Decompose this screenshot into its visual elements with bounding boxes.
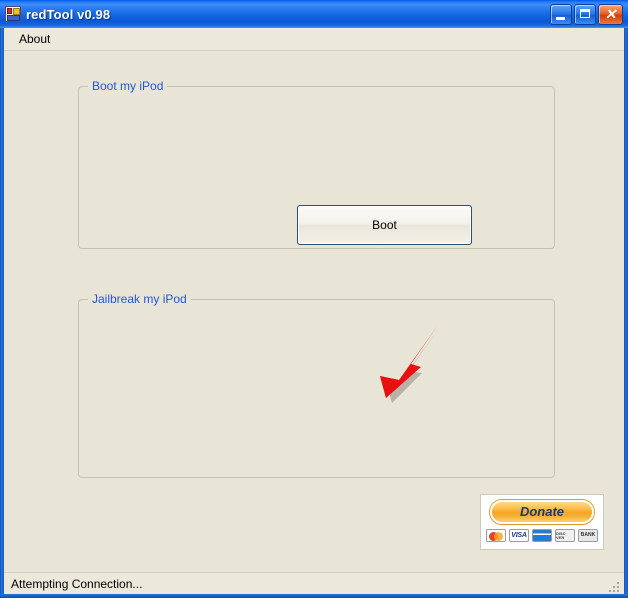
application-window: redTool v0.98 ✕ About Boot my iPod Boot bbox=[0, 0, 628, 598]
client-area: About Boot my iPod Boot Jailbreak my iPo… bbox=[4, 28, 624, 594]
mastercard-icon bbox=[486, 529, 506, 542]
menu-bar: About bbox=[4, 28, 624, 51]
window-title: redTool v0.98 bbox=[26, 6, 111, 22]
group-box-jailbreak-label: Jailbreak my iPod bbox=[88, 292, 191, 306]
window-controls: ✕ bbox=[550, 3, 623, 25]
minimize-button[interactable] bbox=[550, 3, 572, 25]
amex-icon bbox=[532, 529, 552, 542]
resize-grip-icon[interactable] bbox=[609, 579, 622, 592]
menu-item-about[interactable]: About bbox=[13, 30, 56, 48]
group-box-jailbreak: Jailbreak my iPod Start Jailbreak Proces… bbox=[78, 292, 555, 478]
close-icon: ✕ bbox=[604, 5, 617, 22]
window-frame-right bbox=[624, 28, 628, 598]
maximize-button[interactable] bbox=[574, 3, 596, 25]
bank-icon: BANK bbox=[578, 529, 598, 542]
donate-button[interactable]: Donate bbox=[490, 500, 594, 524]
status-text: Attempting Connection... bbox=[11, 576, 143, 591]
group-box-boot-label: Boot my iPod bbox=[88, 79, 168, 93]
minimize-icon bbox=[556, 16, 565, 20]
app-icon bbox=[5, 6, 21, 22]
title-bar[interactable]: redTool v0.98 ✕ bbox=[0, 0, 628, 28]
window-frame-bottom bbox=[0, 594, 628, 598]
status-bar: Attempting Connection... bbox=[4, 572, 624, 594]
boot-button[interactable]: Boot bbox=[297, 205, 472, 245]
payment-card-logos: VISA DISC VER BANK bbox=[484, 529, 600, 542]
maximize-icon bbox=[580, 8, 590, 18]
close-button[interactable]: ✕ bbox=[598, 3, 623, 25]
donate-panel[interactable]: Donate VISA DISC VER BANK bbox=[480, 494, 604, 550]
group-box-boot: Boot my iPod Boot bbox=[78, 79, 555, 249]
visa-icon: VISA bbox=[509, 529, 529, 542]
discover-icon: DISC VER bbox=[555, 529, 575, 542]
